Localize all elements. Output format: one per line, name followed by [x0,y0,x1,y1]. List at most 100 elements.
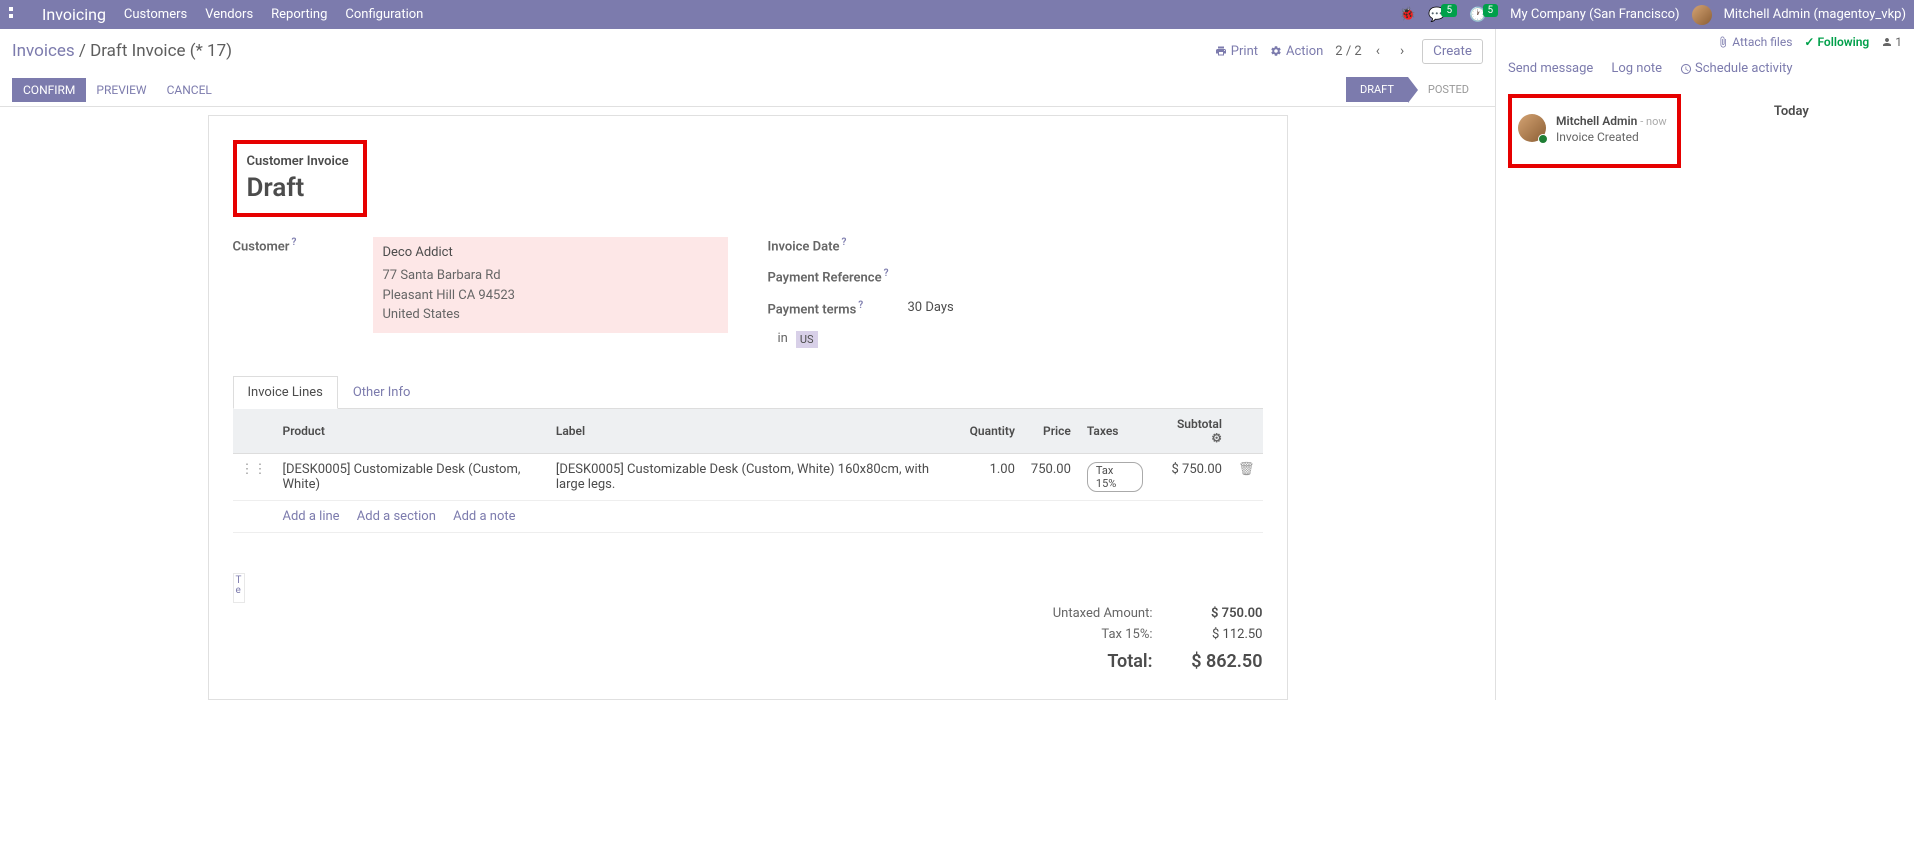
message-author: Mitchell Admin [1556,114,1637,128]
breadcrumb-separator: / [79,41,90,61]
activity-icon[interactable]: 🕐5 [1469,7,1498,23]
messaging-icon[interactable]: 💬5 [1428,7,1457,23]
gear-icon [1270,45,1282,57]
pager: 2 / 2 ‹ › [1335,41,1410,61]
col-quantity: Quantity [962,409,1023,454]
customer-name: Deco Addict [383,245,718,260]
settings-icon[interactable]: ⚙ [1211,431,1222,445]
message-time: - now [1640,115,1666,128]
control-bar: Invoices / Draft Invoice (* 17) Print Ac… [0,29,1495,73]
untaxed-value: $ 750.00 [1173,606,1263,621]
currency-in-label: in [778,331,788,346]
totals: Untaxed Amount: $ 750.00 Tax 15%: $ 112.… [1003,603,1263,675]
document-state: Draft [247,173,349,203]
preview-button[interactable]: PREVIEW [86,78,156,102]
breadcrumb: Invoices / Draft Invoice (* 17) [12,41,232,61]
pager-prev[interactable]: ‹ [1370,41,1386,61]
tax-tag: Tax 15% [1087,462,1143,492]
payment-terms-field[interactable]: 30 Days [908,300,1263,315]
tax-value: $ 112.50 [1173,627,1263,642]
customer-street: 77 Santa Barbara Rd [383,266,718,286]
following-button[interactable]: ✓ Following [1804,35,1869,49]
tab-other-info[interactable]: Other Info [338,376,426,408]
highlight-box-message: Mitchell Admin - now Invoice Created [1508,94,1681,168]
cell-subtotal: $ 750.00 [1151,453,1230,500]
confirm-button[interactable]: CONFIRM [12,78,86,102]
clock-icon [1680,63,1692,75]
pager-text: 2 / 2 [1335,44,1361,59]
document-type: Customer Invoice [247,154,349,169]
print-button[interactable]: Print [1215,44,1258,59]
status-posted[interactable]: POSTED [1408,77,1483,102]
col-price: Price [1023,409,1079,454]
nav-reporting[interactable]: Reporting [271,7,327,22]
apps-icon[interactable] [8,7,24,23]
chatter-panel: Attach files ✓ Following 1 Send message … [1496,29,1914,700]
cell-product[interactable]: [DESK0005] Customizable Desk (Custom, Wh… [275,453,548,500]
app-brand[interactable]: Invoicing [42,5,106,24]
print-icon [1215,45,1227,57]
follower-count[interactable]: 1 [1881,35,1902,49]
customer-label: Customer? [233,237,373,254]
highlight-box-header: Customer Invoice Draft [233,140,367,217]
cell-quantity[interactable]: 1.00 [962,453,1023,500]
add-note-link[interactable]: Add a note [453,509,515,524]
tax-label: Tax 15%: [1003,627,1173,642]
drag-handle-icon[interactable]: ⋮⋮ [233,453,275,500]
person-icon [1881,36,1893,48]
company-switcher[interactable]: My Company (San Francisco) [1510,7,1679,22]
terms-note-field[interactable]: Te [233,573,245,603]
action-button[interactable]: Action [1270,44,1323,59]
cell-label[interactable]: [DESK0005] Customizable Desk (Custom, Wh… [548,453,962,500]
send-message-button[interactable]: Send message [1508,61,1593,76]
attach-files-link[interactable]: Attach files [1717,35,1792,49]
cell-taxes[interactable]: Tax 15% [1079,453,1151,500]
customer-country: United States [383,305,718,325]
invoice-lines-table: Product Label Quantity Price Taxes Subto… [233,409,1263,533]
tabs: Invoice Lines Other Info [233,376,1263,409]
payment-ref-label: Payment Reference? [768,268,908,285]
pager-next[interactable]: › [1394,41,1410,61]
untaxed-label: Untaxed Amount: [1003,606,1173,621]
log-note-button[interactable]: Log note [1611,61,1662,76]
delete-row-icon[interactable]: 🗑 [1230,453,1263,500]
tab-invoice-lines[interactable]: Invoice Lines [233,376,338,409]
col-taxes: Taxes [1079,409,1151,454]
status-bar: CONFIRM PREVIEW CANCEL DRAFT POSTED [0,73,1495,107]
nav-configuration[interactable]: Configuration [345,7,423,22]
total-label: Total: [1003,651,1173,672]
add-section-link[interactable]: Add a section [357,509,436,524]
nav-customers[interactable]: Customers [124,7,187,22]
payment-terms-label: Payment terms? [768,300,908,317]
total-value: $ 862.50 [1173,651,1263,672]
message-avatar [1518,114,1546,142]
cell-price[interactable]: 750.00 [1023,453,1079,500]
add-line-link[interactable]: Add a line [283,509,340,524]
currency-field[interactable]: US [796,331,818,348]
customer-city: Pleasant Hill CA 94523 [383,286,718,306]
nav-vendors[interactable]: Vendors [205,7,253,22]
cancel-button[interactable]: CANCEL [157,78,222,102]
table-row[interactable]: ⋮⋮ [DESK0005] Customizable Desk (Custom,… [233,453,1263,500]
user-menu[interactable]: Mitchell Admin (magentoy_vkp) [1724,7,1906,22]
message-body: Invoice Created [1556,130,1667,144]
breadcrumb-current: Draft Invoice (* 17) [90,41,232,61]
schedule-activity-button[interactable]: Schedule activity [1680,61,1793,76]
col-product: Product [275,409,548,454]
customer-field[interactable]: Deco Addict 77 Santa Barbara Rd Pleasant… [373,237,728,333]
form-sheet: Customer Invoice Draft Customer? Deco Ad… [208,115,1288,700]
user-avatar[interactable] [1692,5,1712,25]
invoice-date-label: Invoice Date? [768,237,908,254]
messaging-badge: 5 [1441,4,1457,17]
col-label: Label [548,409,962,454]
status-draft[interactable]: DRAFT [1346,77,1408,102]
debug-icon[interactable]: 🐞 [1400,7,1416,22]
chatter-message: Mitchell Admin - now Invoice Created [1518,114,1667,144]
activity-badge: 5 [1483,4,1499,17]
breadcrumb-root[interactable]: Invoices [12,41,75,61]
create-button[interactable]: Create [1422,39,1483,64]
top-navbar: Invoicing Customers Vendors Reporting Co… [0,0,1914,29]
col-subtotal: Subtotal ⚙ [1151,409,1230,454]
paperclip-icon [1717,36,1729,48]
chatter-day-label: Today [1681,94,1902,129]
